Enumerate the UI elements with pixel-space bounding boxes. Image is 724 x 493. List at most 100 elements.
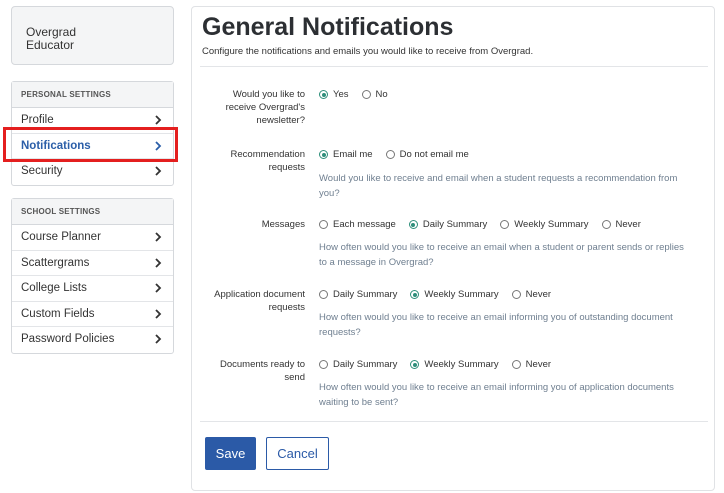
chevron-right-icon bbox=[155, 232, 162, 242]
label-line: Application document bbox=[214, 289, 305, 300]
messages-weekly-radio[interactable]: Weekly Summary bbox=[500, 219, 589, 230]
page-subtitle: Configure the notifications and emails y… bbox=[202, 46, 534, 57]
sidebar-item-label: Password Policies bbox=[21, 333, 115, 345]
radio-unchecked-icon bbox=[511, 290, 521, 299]
radio-checked-icon bbox=[410, 360, 420, 369]
sidebar-item-college-lists[interactable]: College Lists bbox=[12, 276, 173, 302]
option-label: Never bbox=[525, 359, 552, 370]
option-label: Daily Summary bbox=[422, 219, 488, 230]
sidebar-item-label: Course Planner bbox=[21, 231, 101, 243]
personal-settings-heading: PERSONAL SETTINGS bbox=[12, 82, 173, 108]
chevron-right-icon bbox=[155, 308, 162, 319]
notifications-panel: General Notifications Configure the noti… bbox=[191, 6, 715, 491]
recommendation-no-email-radio[interactable]: Do not email me bbox=[385, 149, 469, 160]
help-line: waiting to be sent? bbox=[319, 396, 399, 408]
chevron-right-icon bbox=[155, 334, 162, 344]
newsletter-yes-radio[interactable]: Yes bbox=[319, 89, 349, 100]
application-document-label: Application document requests bbox=[192, 288, 305, 314]
recommendation-help: Would you like to receive and email when… bbox=[319, 172, 709, 201]
radio-unchecked-icon bbox=[319, 360, 328, 369]
label-line: requests bbox=[268, 302, 305, 313]
option-label: Each message bbox=[333, 219, 396, 230]
sidebar-item-label: College Lists bbox=[21, 282, 87, 294]
documents-daily-radio[interactable]: Daily Summary bbox=[319, 359, 397, 370]
option-label: Weekly Summary bbox=[424, 289, 499, 300]
documents-ready-help: How often would you like to receive an e… bbox=[319, 381, 709, 410]
radio-unchecked-icon bbox=[319, 220, 328, 229]
label-line: Would you like to bbox=[232, 89, 305, 100]
label-line: receive Overgrad's bbox=[225, 102, 305, 113]
option-label: Weekly Summary bbox=[424, 359, 499, 370]
active-item-highlight bbox=[3, 127, 178, 162]
header-divider bbox=[200, 66, 708, 67]
messages-help: How often would you like to receive an e… bbox=[319, 241, 709, 270]
radio-unchecked-icon bbox=[385, 150, 395, 159]
label-line: Documents ready to bbox=[219, 359, 305, 370]
cancel-button[interactable]: Cancel bbox=[266, 437, 329, 470]
option-label: Yes bbox=[333, 89, 349, 100]
help-line: to a message in Overgrad? bbox=[319, 256, 434, 268]
sidebar-item-label: Custom Fields bbox=[21, 307, 95, 320]
documents-weekly-radio[interactable]: Weekly Summary bbox=[410, 359, 499, 370]
option-label: Daily Summary bbox=[333, 289, 398, 300]
school-settings-panel: SCHOOL SETTINGS Course Planner Scattergr… bbox=[11, 198, 174, 354]
help-line: requests? bbox=[319, 326, 361, 338]
application-weekly-radio[interactable]: Weekly Summary bbox=[410, 289, 499, 300]
school-settings-heading: SCHOOL SETTINGS bbox=[12, 199, 173, 225]
newsletter-options: Yes No bbox=[319, 89, 401, 100]
newsletter-label: Would you like to receive Overgrad's new… bbox=[192, 88, 305, 127]
user-role: Educator bbox=[26, 38, 75, 52]
messages-daily-radio[interactable]: Daily Summary bbox=[408, 219, 488, 230]
newsletter-no-radio[interactable]: No bbox=[361, 89, 388, 100]
radio-checked-icon bbox=[410, 290, 420, 299]
option-label: Email me bbox=[333, 149, 373, 160]
documents-never-radio[interactable]: Never bbox=[511, 359, 552, 370]
radio-unchecked-icon bbox=[319, 290, 328, 299]
label-line: send bbox=[284, 372, 305, 383]
help-line: Would you like to receive and email when… bbox=[319, 173, 678, 184]
sidebar-item-custom-fields[interactable]: Custom Fields bbox=[12, 302, 173, 327]
sidebar-item-password-policies[interactable]: Password Policies bbox=[12, 327, 173, 353]
radio-unchecked-icon bbox=[361, 90, 371, 99]
option-label: Daily Summary bbox=[333, 359, 398, 370]
application-daily-radio[interactable]: Daily Summary bbox=[319, 289, 397, 300]
application-never-radio[interactable]: Never bbox=[511, 289, 552, 300]
radio-checked-icon bbox=[408, 220, 418, 229]
messages-never-radio[interactable]: Never bbox=[601, 219, 641, 230]
documents-ready-options: Daily Summary Weekly Summary Never bbox=[319, 359, 564, 370]
radio-unchecked-icon bbox=[601, 220, 611, 229]
option-label: Never bbox=[525, 289, 552, 300]
sidebar-item-label: Security bbox=[21, 165, 63, 177]
help-line: you? bbox=[319, 187, 340, 199]
label-line: requests bbox=[268, 162, 305, 173]
chevron-right-icon bbox=[155, 257, 162, 268]
save-button[interactable]: Save bbox=[205, 437, 256, 470]
help-line: How often would you like to receive an e… bbox=[319, 242, 684, 253]
sidebar-item-label: Scattergrams bbox=[21, 256, 90, 269]
label-line: Recommendation bbox=[230, 149, 305, 160]
option-label: Do not email me bbox=[399, 149, 469, 160]
radio-checked-icon bbox=[319, 150, 328, 159]
recommendation-label: Recommendation requests bbox=[192, 148, 305, 174]
radio-unchecked-icon bbox=[511, 360, 521, 369]
chevron-right-icon bbox=[155, 166, 162, 176]
radio-unchecked-icon bbox=[500, 220, 510, 229]
user-card: Overgrad Educator bbox=[11, 6, 174, 65]
sidebar-item-course-planner[interactable]: Course Planner bbox=[12, 225, 173, 251]
footer-divider bbox=[200, 421, 708, 422]
help-line: How often would you like to receive an e… bbox=[319, 312, 673, 323]
sidebar-item-scattergrams[interactable]: Scattergrams bbox=[12, 251, 173, 276]
option-label: Weekly Summary bbox=[514, 219, 589, 230]
page-title: General Notifications bbox=[202, 13, 454, 41]
documents-ready-label: Documents ready to send bbox=[192, 358, 305, 384]
label-line: newsletter? bbox=[256, 115, 305, 126]
messages-options: Each message Daily Summary Weekly Summar… bbox=[319, 219, 654, 230]
application-document-options: Daily Summary Weekly Summary Never bbox=[319, 289, 564, 300]
recommendation-email-radio[interactable]: Email me bbox=[319, 149, 373, 160]
option-label: Never bbox=[615, 219, 641, 230]
messages-each-radio[interactable]: Each message bbox=[319, 219, 396, 230]
sidebar-item-security[interactable]: Security bbox=[12, 159, 173, 185]
application-document-help: How often would you like to receive an e… bbox=[319, 311, 709, 340]
chevron-right-icon bbox=[155, 115, 162, 125]
label-line: Messages bbox=[261, 219, 305, 230]
